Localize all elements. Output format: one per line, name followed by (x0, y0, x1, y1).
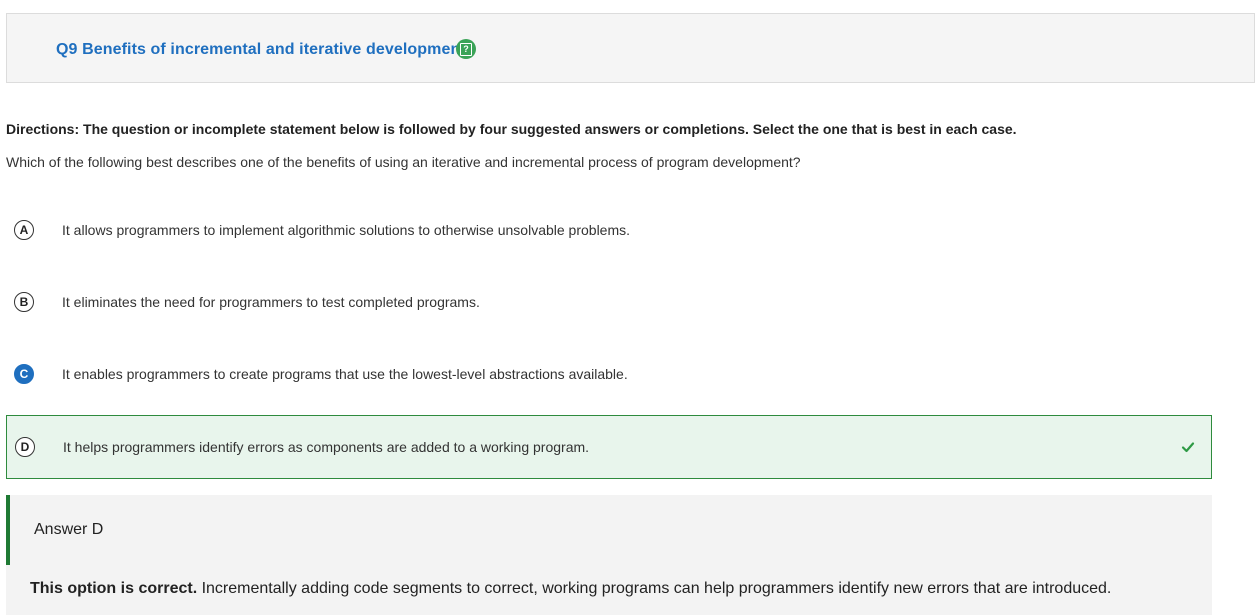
option-a[interactable]: A It allows programmers to implement alg… (6, 198, 1212, 262)
checkmark-icon (1181, 442, 1195, 453)
answer-label: Answer D (34, 521, 104, 538)
help-icon[interactable]: ? (456, 39, 476, 59)
answer-accent-bar (6, 495, 10, 565)
option-b[interactable]: B It eliminates the need for programmers… (6, 270, 1212, 334)
option-letter-b[interactable]: B (14, 292, 34, 312)
answer-panel: Answer D This option is correct. Increme… (6, 495, 1212, 615)
option-text-b: It eliminates the need for programmers t… (62, 294, 480, 310)
option-d[interactable]: D It helps programmers identify errors a… (6, 415, 1212, 479)
option-c[interactable]: C It enables programmers to create progr… (6, 342, 1212, 406)
option-text-d: It helps programmers identify errors as … (63, 439, 590, 455)
answer-explanation: This option is correct. Incrementally ad… (30, 580, 1111, 598)
explanation-text: Incrementally adding code segments to co… (197, 580, 1112, 597)
option-text-c: It enables programmers to create program… (62, 366, 628, 382)
directions-text: Directions: The question or incomplete s… (6, 121, 1017, 137)
option-letter-d[interactable]: D (15, 437, 35, 457)
question-title: Q9 Benefits of incremental and iterative… (56, 41, 466, 58)
question-text: Which of the following best describes on… (6, 154, 801, 170)
option-letter-a[interactable]: A (14, 220, 34, 240)
explanation-bold: This option is correct. (30, 580, 198, 597)
question-header: Q9 Benefits of incremental and iterative… (6, 13, 1255, 83)
option-text-a: It allows programmers to implement algor… (62, 222, 631, 238)
option-letter-c[interactable]: C (14, 364, 34, 384)
